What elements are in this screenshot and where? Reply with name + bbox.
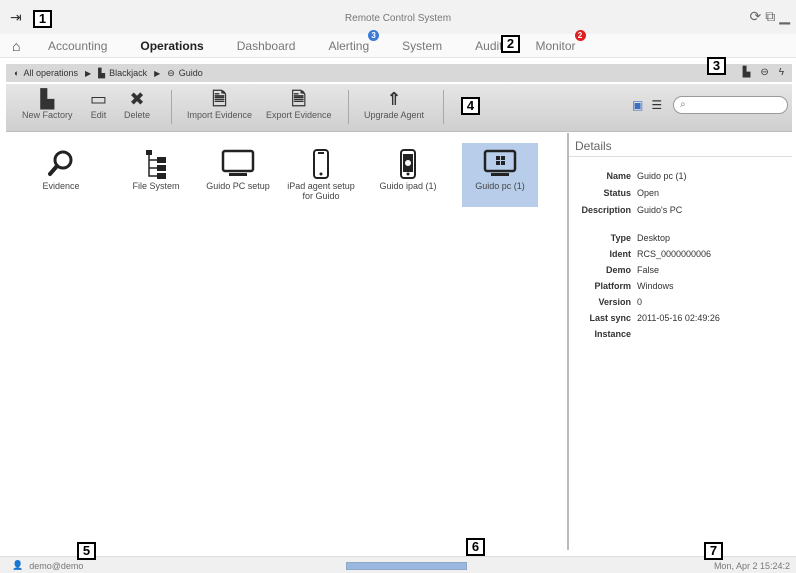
list-view-icon[interactable]: ☰: [651, 98, 662, 112]
export-icon: 🗎: [291, 89, 307, 109]
toolbar-divider: [348, 90, 349, 124]
delete-icon: ✖: [129, 89, 145, 109]
view-switcher: ▣ ☰: [632, 98, 662, 112]
breadcrumb-blackjack[interactable]: ▙ Blackjack: [98, 68, 147, 79]
item-guido-ipad[interactable]: Guido ipad (1): [370, 143, 446, 207]
main-menu: ⌂ Accounting Operations Dashboard Alerti…: [0, 29, 796, 58]
details-panel: Details Name Guido pc (1) Status Open Desc…: [569, 133, 792, 550]
monitor-icon: [200, 143, 276, 181]
breadcrumb-shortcuts: ▙ ⊖ ϟ: [743, 67, 784, 78]
item-guido-pc[interactable]: Guido pc (1): [462, 143, 538, 207]
detail-row-type: Type Desktop: [610, 233, 671, 243]
lightning-icon[interactable]: ϟ: [779, 67, 784, 78]
menu-operations[interactable]: Operations: [140, 39, 203, 53]
breadcrumb-separator-icon: ▶: [154, 68, 161, 78]
detail-row-ident: Ident RCS_0000000006: [609, 249, 712, 259]
progress-bar: [346, 562, 467, 570]
callout-2: 2: [501, 35, 520, 53]
detail-row-instance: Instance: [594, 329, 631, 339]
status-user: 👤 demo@demo: [12, 560, 84, 571]
callout-7: 7: [704, 542, 723, 560]
magnifier-icon: [23, 143, 99, 181]
menu-alerting[interactable]: Alerting 3: [328, 29, 380, 53]
toolbar: ▙ New Factory ▭ Edit ✖ Delete 🗎 Import E…: [6, 84, 792, 132]
callout-3: 3: [707, 57, 726, 75]
breadcrumb-guido[interactable]: ⊖ Guido: [167, 68, 203, 79]
upgrade-icon: ⇑: [386, 89, 402, 109]
callout-1: 1: [33, 10, 52, 28]
menu-dashboard[interactable]: Dashboard: [237, 39, 296, 53]
search-box[interactable]: ⌕: [673, 96, 788, 114]
factory-icon: ▙: [98, 67, 106, 78]
search-input[interactable]: [692, 99, 782, 111]
callout-4: 4: [461, 97, 480, 115]
edit-icon: ▭: [90, 89, 108, 109]
detail-row-version: Version 0: [598, 297, 643, 307]
upgrade-agent-button[interactable]: ⇑ Upgrade Agent: [364, 88, 424, 120]
details-title: Details: [569, 133, 792, 157]
monitor-windows-icon: [462, 143, 538, 181]
ipad-apple-icon: [370, 143, 446, 181]
minimize-icon[interactable]: ▁: [779, 8, 790, 25]
item-guido-pc-setup[interactable]: Guido PC setup: [200, 143, 276, 207]
callout-5: 5: [77, 542, 96, 560]
toolbar-divider: [443, 90, 444, 124]
item-evidence[interactable]: Evidence: [23, 143, 99, 207]
factory-add-icon: ▙: [40, 89, 55, 109]
detail-row-platform: Platform Windows: [594, 281, 674, 291]
detail-row-status: Status Open: [603, 188, 660, 198]
ipad-icon: [283, 143, 359, 181]
user-icon: 👤: [12, 560, 24, 570]
grid-view-icon[interactable]: ▣: [632, 98, 643, 112]
edit-button[interactable]: ▭ Edit: [90, 88, 107, 120]
alerting-badge: 3: [368, 29, 380, 41]
globe-icon: ◐: [14, 68, 20, 78]
status-bar: 👤 demo@demo Mon, Apr 2 15:24:2: [0, 556, 796, 573]
item-ipad-agent-setup[interactable]: iPad agent setup for Guido: [283, 143, 359, 207]
target-icon: ⊖: [167, 67, 175, 78]
operation-icon[interactable]: ▙: [743, 67, 751, 78]
delete-button[interactable]: ✖ Delete: [124, 88, 150, 120]
detail-row-description: Description Guido's PC: [581, 205, 683, 215]
export-evidence-button[interactable]: 🗎 Export Evidence: [266, 88, 332, 120]
menu-system[interactable]: System: [402, 39, 442, 53]
home-icon[interactable]: ⌂: [12, 38, 30, 54]
search-icon: ⌕: [680, 99, 686, 110]
detail-row-last-sync: Last sync 2011-05-16 02:49:26: [589, 313, 720, 323]
tree-icon: [118, 143, 194, 181]
restore-icon[interactable]: ⧉: [765, 8, 775, 25]
breadcrumb-all-operations[interactable]: ◐ All operations: [14, 68, 78, 78]
detail-row-name: Name Guido pc (1): [606, 171, 687, 181]
toolbar-divider: [171, 90, 172, 124]
content-grid: Evidence File System Guido PC setup iPad…: [6, 133, 567, 550]
status-clock: Mon, Apr 2 15:24:2: [713, 561, 790, 571]
window-controls: ⟳ ⧉ ▁: [749, 8, 790, 25]
import-icon: 🗎: [212, 89, 227, 109]
menu-accounting[interactable]: Accounting: [48, 39, 107, 53]
menu-audit[interactable]: Audit: [475, 39, 502, 53]
callout-6: 6: [466, 538, 485, 556]
detail-row-demo: Demo False: [605, 265, 660, 275]
window-title: Remote Control System: [344, 13, 452, 24]
item-file-system[interactable]: File System: [118, 143, 194, 207]
target-icon[interactable]: ⊖: [760, 67, 768, 78]
refresh-icon[interactable]: ⟳: [749, 8, 761, 25]
monitor-badge: 2: [574, 29, 586, 41]
progress-fill: [347, 563, 466, 569]
breadcrumb-separator-icon: ▶: [84, 68, 92, 78]
breadcrumb: ◐ All operations ▶ ▙ Blackjack ▶ ⊖ Guido ▙ …: [6, 64, 792, 82]
import-evidence-button[interactable]: 🗎 Import Evidence: [187, 88, 252, 120]
title-bar: ⇥ Remote Control System ⟳ ⧉ ▁: [0, 0, 796, 34]
menu-monitor[interactable]: Monitor 2: [536, 29, 586, 53]
new-factory-button[interactable]: ▙ New Factory: [22, 88, 73, 120]
